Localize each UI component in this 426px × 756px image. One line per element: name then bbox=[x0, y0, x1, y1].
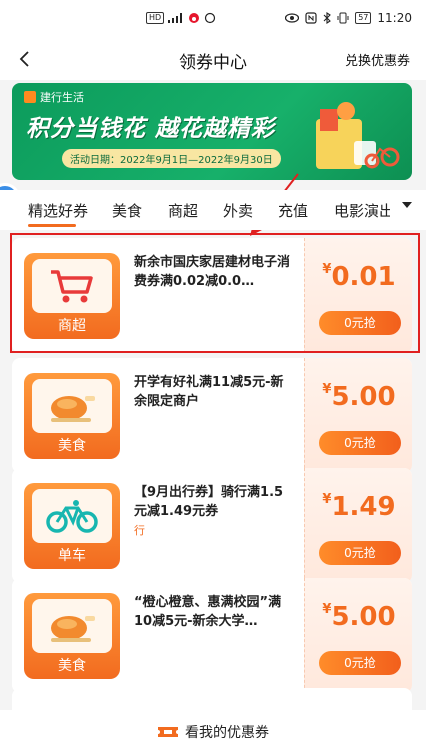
bluetooth-icon bbox=[323, 12, 332, 24]
category-tabs: 精选好券 美食 商超 外卖 充值 电影演出 bbox=[0, 190, 426, 230]
coupon-price: ¥5.00 bbox=[305, 602, 412, 632]
eye-icon bbox=[285, 13, 300, 23]
message-icon bbox=[205, 12, 216, 24]
tab-movies[interactable]: 电影演出 bbox=[334, 200, 390, 221]
coupon-description: 【9月出行券】骑行满1.5元减1.49元券 bbox=[134, 485, 284, 519]
coupon-category-label: 单车 bbox=[58, 548, 86, 564]
redeem-coupon-link[interactable]: 兑换优惠券 bbox=[345, 50, 410, 69]
coupon-description: 开学有好礼满11减5元-新余限定商户 bbox=[134, 375, 284, 409]
battery-icon: 57 bbox=[355, 12, 372, 24]
coupon-amount: 5.00 bbox=[331, 602, 396, 632]
bottom-bar[interactable]: 看我的优惠券 bbox=[0, 710, 426, 756]
promo-banner[interactable]: 建行生活 积分当钱花 越花越精彩 活动日期：2022年9月1日—2022年9月3… bbox=[12, 83, 412, 180]
coupon-price: ¥1.49 bbox=[305, 492, 412, 522]
vibrate-icon bbox=[337, 12, 349, 24]
grab-coupon-button[interactable]: 0元抢 bbox=[319, 431, 401, 455]
clock: 11:20 bbox=[377, 11, 412, 25]
coupon-card[interactable]: 单车 【9月出行券】骑行满1.5元减1.49元券 行 ¥1.49 0元抢 bbox=[12, 468, 412, 583]
coupon-amount: 1.49 bbox=[331, 492, 396, 522]
coupon-amount: 5.00 bbox=[331, 382, 396, 412]
coupon-category-badge: 单车 bbox=[24, 483, 120, 569]
tab-recharge[interactable]: 充值 bbox=[278, 200, 308, 221]
hd-indicator: HD bbox=[146, 12, 165, 24]
coupon-category-badge: 美食 bbox=[24, 373, 120, 459]
highlight-annotation-box bbox=[10, 233, 420, 353]
active-tab-indicator bbox=[28, 224, 76, 227]
banner-brand-label: 建行生活 bbox=[40, 91, 84, 104]
banner-slogan: 积分当钱花 越花越精彩 bbox=[26, 116, 276, 142]
coupon-card[interactable]: 美食 “橙心橙意、惠满校园”满10减5元-新余大学… ¥5.00 0元抢 bbox=[12, 578, 412, 693]
coupon-category-badge: 美食 bbox=[24, 593, 120, 679]
coupon-description: “橙心橙意、惠满校园”满10减5元-新余大学… bbox=[134, 595, 282, 629]
tab-featured[interactable]: 精选好券 bbox=[28, 200, 88, 221]
tab-takeout[interactable]: 外卖 bbox=[223, 200, 253, 221]
tab-more-button[interactable] bbox=[400, 198, 414, 216]
brand-logo-icon bbox=[24, 91, 36, 103]
status-bar: HD 57 11:20 bbox=[0, 0, 426, 36]
nav-bar: 领券中心 兑换优惠券 bbox=[0, 36, 426, 80]
banner-brand: 建行生活 bbox=[24, 89, 84, 105]
weibo-icon bbox=[189, 13, 200, 23]
chevron-down-icon bbox=[402, 202, 412, 208]
shopping-bag-illustration-icon bbox=[316, 102, 400, 169]
coupon-category-label: 美食 bbox=[58, 658, 86, 674]
grab-coupon-button[interactable]: 0元抢 bbox=[319, 651, 401, 675]
coupon-price-area: ¥5.00 0元抢 bbox=[304, 358, 412, 473]
coupon-price-area: ¥5.00 0元抢 bbox=[304, 578, 412, 693]
tab-food[interactable]: 美食 bbox=[112, 200, 142, 221]
nfc-icon bbox=[305, 12, 317, 24]
banner-date: 活动日期：2022年9月1日—2022年9月30日 bbox=[62, 149, 281, 168]
roast-chicken-icon bbox=[51, 396, 95, 422]
signal-icon bbox=[168, 13, 183, 23]
grab-coupon-button[interactable]: 0元抢 bbox=[319, 541, 401, 565]
coupon-category-label: 美食 bbox=[58, 438, 86, 454]
coupon-ticket-icon bbox=[158, 727, 178, 737]
roast-chicken-icon bbox=[51, 616, 95, 642]
coupon-price-area: ¥1.49 0元抢 bbox=[304, 468, 412, 583]
my-coupons-link: 看我的优惠券 bbox=[185, 725, 269, 741]
tab-supermarket[interactable]: 商超 bbox=[168, 200, 198, 221]
coupon-tag: 行 bbox=[134, 524, 145, 537]
coupon-price: ¥5.00 bbox=[305, 382, 412, 412]
bicycle-icon bbox=[46, 500, 98, 533]
coupon-card[interactable]: 美食 开学有好礼满11减5元-新余限定商户 ¥5.00 0元抢 bbox=[12, 358, 412, 473]
